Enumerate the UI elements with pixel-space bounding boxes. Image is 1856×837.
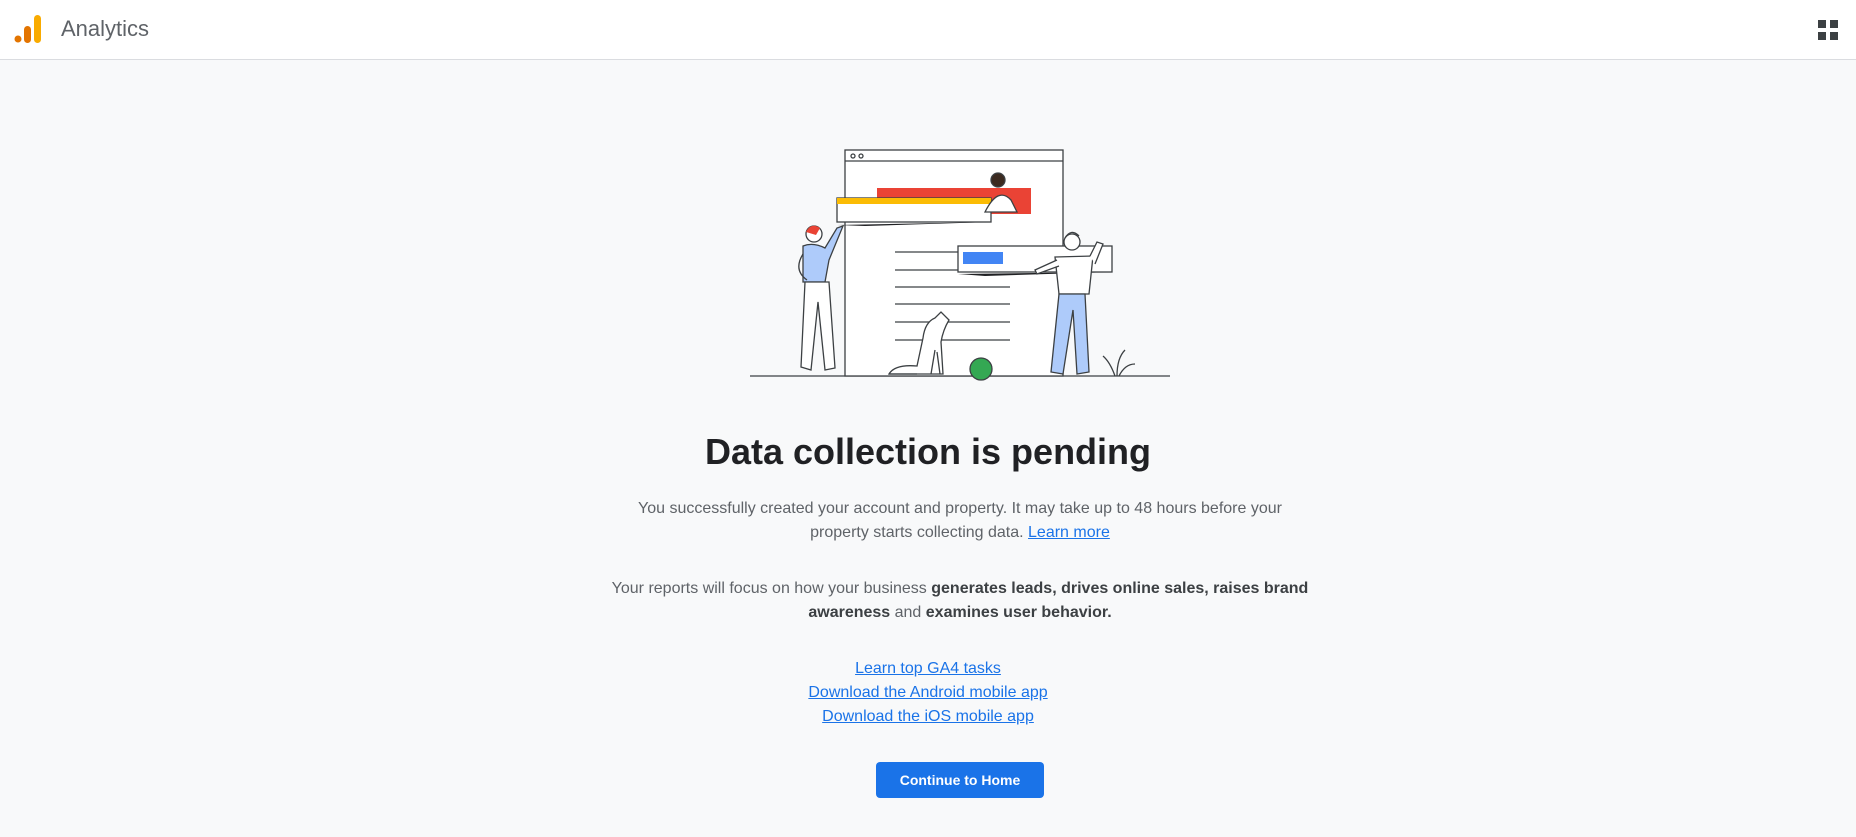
app-title: Analytics: [61, 16, 150, 41]
reports-focus-and: and: [890, 604, 926, 621]
data-collection-illustration: [750, 149, 1170, 381]
reports-focus-text: Your reports will focus on how your busi…: [611, 580, 932, 597]
resource-links: Learn top GA4 tasks Download the Android…: [0, 657, 1856, 729]
account-created-text: You successfully created your account an…: [638, 500, 1282, 541]
download-ios-app-link[interactable]: Download the iOS mobile app: [822, 705, 1034, 729]
download-android-app-link[interactable]: Download the Android mobile app: [808, 681, 1047, 705]
continue-to-home-button[interactable]: Continue to Home: [876, 762, 1044, 798]
reports-focus-message: Your reports will focus on how your busi…: [608, 577, 1312, 625]
page-title: Data collection is pending: [704, 431, 1152, 472]
learn-more-link[interactable]: Learn more: [1028, 524, 1110, 541]
account-created-message: You successfully created your account an…: [608, 497, 1312, 545]
top-bar: Analytics: [0, 0, 1856, 60]
analytics-logo-icon[interactable]: [14, 14, 42, 44]
apps-grid-icon[interactable]: [1816, 18, 1840, 42]
learn-ga4-tasks-link[interactable]: Learn top GA4 tasks: [855, 657, 1001, 681]
reports-focus-behavior: examines user behavior.: [925, 604, 1112, 621]
